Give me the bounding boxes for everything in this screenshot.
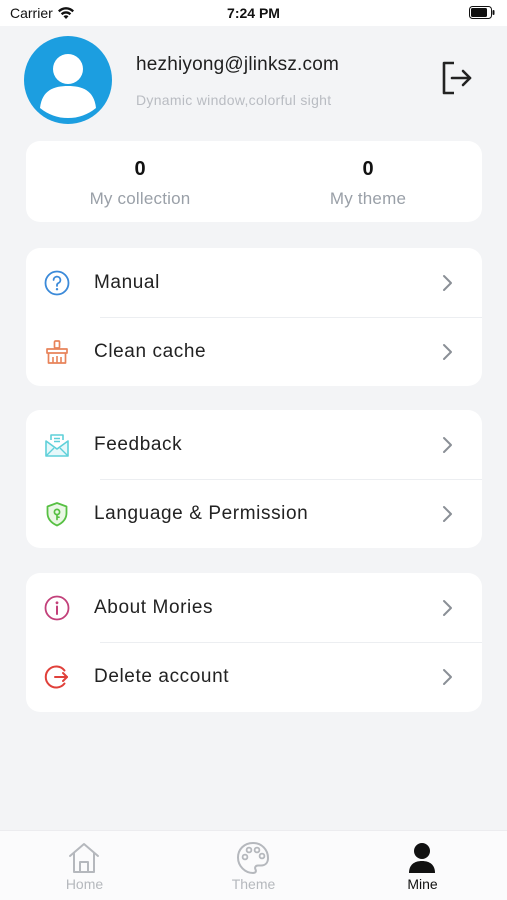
status-bar: Carrier 7:24 PM <box>0 0 507 26</box>
menu-item-label: Clean cache <box>94 341 207 362</box>
menu-group-account: About Mories Delete account <box>26 573 482 712</box>
menu-group-help: Manual Clean cache <box>26 248 482 386</box>
tab-label: Home <box>65 876 104 892</box>
chevron-right-icon <box>443 600 452 616</box>
person-icon <box>409 843 435 873</box>
exit-circle-icon <box>44 665 68 689</box>
chevron-right-icon <box>443 275 452 291</box>
menu-group-settings: Feedback Language & Permission <box>26 410 482 548</box>
tab-bar: Home Theme Mine <box>0 830 507 900</box>
menu-item-clean-cache[interactable]: Clean cache <box>26 317 482 386</box>
collection-label: My collection <box>89 189 191 208</box>
battery-icon <box>469 6 495 19</box>
info-circle-icon <box>44 595 70 621</box>
chevron-right-icon <box>443 344 452 360</box>
user-tagline: Dynamic window,colorful sight <box>136 92 332 108</box>
home-icon <box>69 843 99 873</box>
mail-icon <box>45 434 69 457</box>
profile-header: hezhiyong@jlinksz.com Dynamic window,col… <box>24 36 484 126</box>
tab-theme[interactable]: Theme <box>169 831 338 900</box>
stats-card: 0 My collection 0 My theme <box>26 141 482 222</box>
logout-icon[interactable] <box>440 60 474 96</box>
menu-item-label: Manual <box>94 272 160 293</box>
menu-item-label: Feedback <box>94 434 183 455</box>
avatar[interactable] <box>24 36 112 124</box>
chevron-right-icon <box>443 506 452 522</box>
menu-item-label: About Mories <box>94 597 214 618</box>
clock: 7:24 PM <box>227 5 280 21</box>
palette-icon <box>237 842 269 874</box>
tab-mine[interactable]: Mine <box>338 831 507 900</box>
menu-item-label: Delete account <box>94 666 230 687</box>
chevron-right-icon <box>443 437 452 453</box>
question-circle-icon <box>44 270 70 296</box>
theme-count: 0 <box>362 158 374 180</box>
user-email: hezhiyong@jlinksz.com <box>136 54 340 75</box>
my-theme-stat[interactable]: 0 My theme <box>254 141 482 222</box>
menu-item-about[interactable]: About Mories <box>26 573 482 642</box>
menu-item-manual[interactable]: Manual <box>26 248 482 317</box>
broom-icon <box>46 340 68 364</box>
tab-label: Theme <box>231 876 276 892</box>
menu-item-label: Language & Permission <box>94 503 309 524</box>
menu-item-feedback[interactable]: Feedback <box>26 410 482 479</box>
menu-item-delete-account[interactable]: Delete account <box>26 642 482 711</box>
collection-count: 0 <box>134 158 146 180</box>
menu-item-language-permission[interactable]: Language & Permission <box>26 479 482 548</box>
theme-label: My theme <box>329 189 407 208</box>
shield-icon <box>46 502 68 527</box>
tab-home[interactable]: Home <box>0 831 169 900</box>
tab-label: Mine <box>407 876 438 892</box>
chevron-right-icon <box>443 669 452 685</box>
my-collection-stat[interactable]: 0 My collection <box>26 141 254 222</box>
